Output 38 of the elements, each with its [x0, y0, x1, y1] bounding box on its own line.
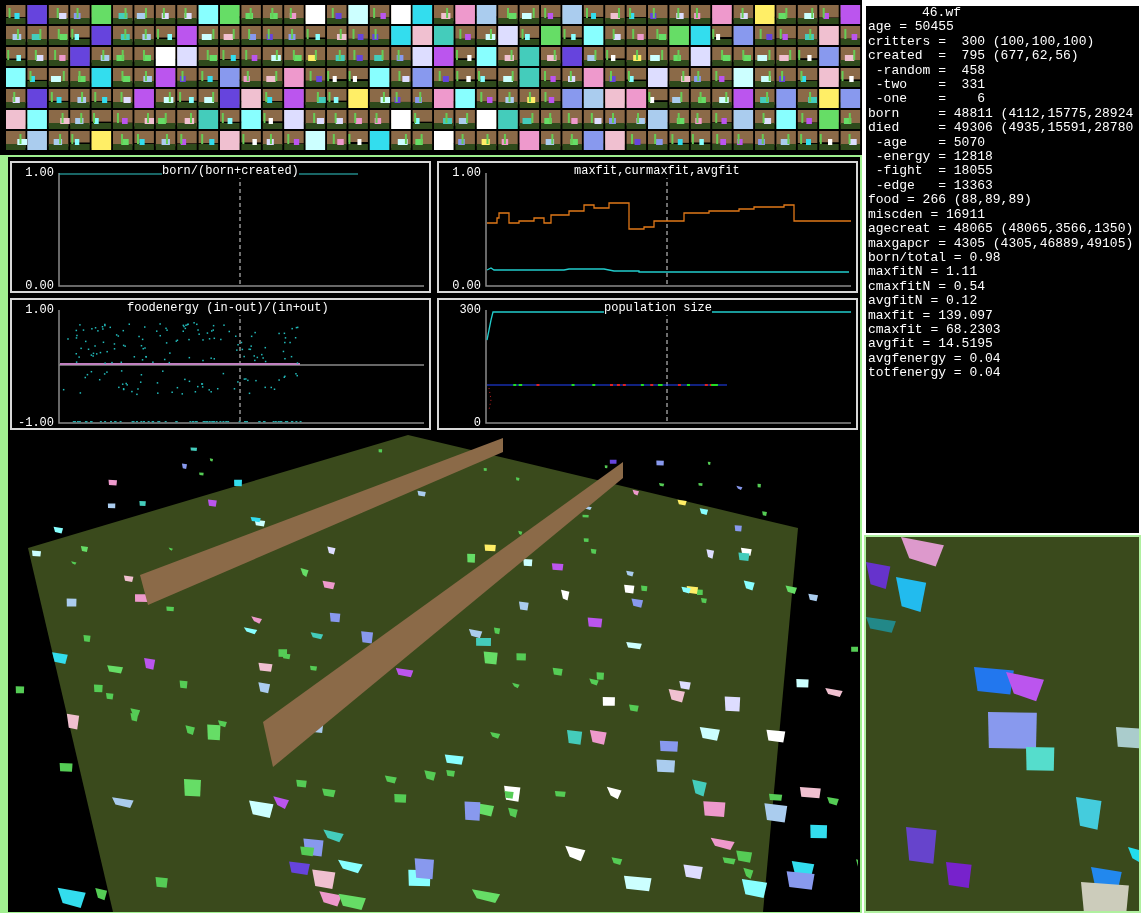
stat-line: avgfit = 14.5195 [868, 337, 994, 352]
y-axis-max-label: 1.00 [24, 166, 54, 180]
y-axis-min-label: 0.00 [451, 279, 481, 293]
stat-line: avgfenergy = 0.04 [868, 351, 1002, 367]
stat-line: cmaxfitN = 0.54 [868, 279, 987, 295]
stat-line: agecreat = 48065 (48065,3566,1350) [868, 222, 1135, 237]
stat-line: critters = 300 (100,100,100) [868, 34, 1096, 50]
y-axis-max-label: 300 [458, 303, 481, 317]
world-file-title: 46.wf [921, 6, 962, 21]
stat-line: died = 49306 (4935,15591,28780 [868, 121, 1135, 136]
stat-line: born = 48811 (4112,15775,28924 [868, 106, 1135, 122]
stat-line: maxgapcr = 4305 (4305,46889,49105) [868, 236, 1135, 251]
stat-line: -fight = 18055 [874, 164, 994, 179]
stat-line: miscden = 16911 [868, 207, 987, 223]
stat-line: maxfit = 139.097 [868, 308, 994, 323]
y-axis-max-label: 1.00 [451, 166, 481, 180]
stat-line: created = 795 (677,62,56) [868, 49, 1080, 64]
stat-line: maxfitN = 1.11 [868, 265, 979, 280]
y-axis-min-label: 0.00 [24, 279, 54, 293]
stat-line: -two = 331 [874, 78, 987, 93]
chart-title: population size [604, 301, 713, 315]
stat-line: food = 266 (88,89,89) [868, 193, 1033, 208]
y-axis-min-label: -1.00 [17, 416, 54, 430]
y-axis-min-label: 0 [472, 416, 481, 430]
stat-line: cmaxfit = 68.2303 [868, 322, 1002, 338]
stat-line: born/total = 0.98 [868, 250, 1001, 266]
stat-line: totfenergy = 0.04 [868, 366, 1002, 381]
chart-title: maxfit,curmaxfit,avgfit [574, 164, 740, 178]
stat-line: age = 50455 [868, 20, 955, 35]
stat-line: -one = 6 [874, 92, 987, 107]
stat-line: -energy = 12818 [874, 150, 994, 165]
stat-line: -random = 458 [874, 63, 987, 79]
stat-line: avgfitN = 0.12 [868, 294, 979, 309]
y-axis-max-label: 1.00 [24, 303, 54, 317]
stat-line: -edge = 13363 [874, 178, 994, 194]
chart-title: born/(born+created) [162, 164, 299, 178]
chart-title: foodenergy (in-out)/(in+out) [127, 301, 329, 315]
stat-line: -age = 5070 [874, 135, 987, 151]
